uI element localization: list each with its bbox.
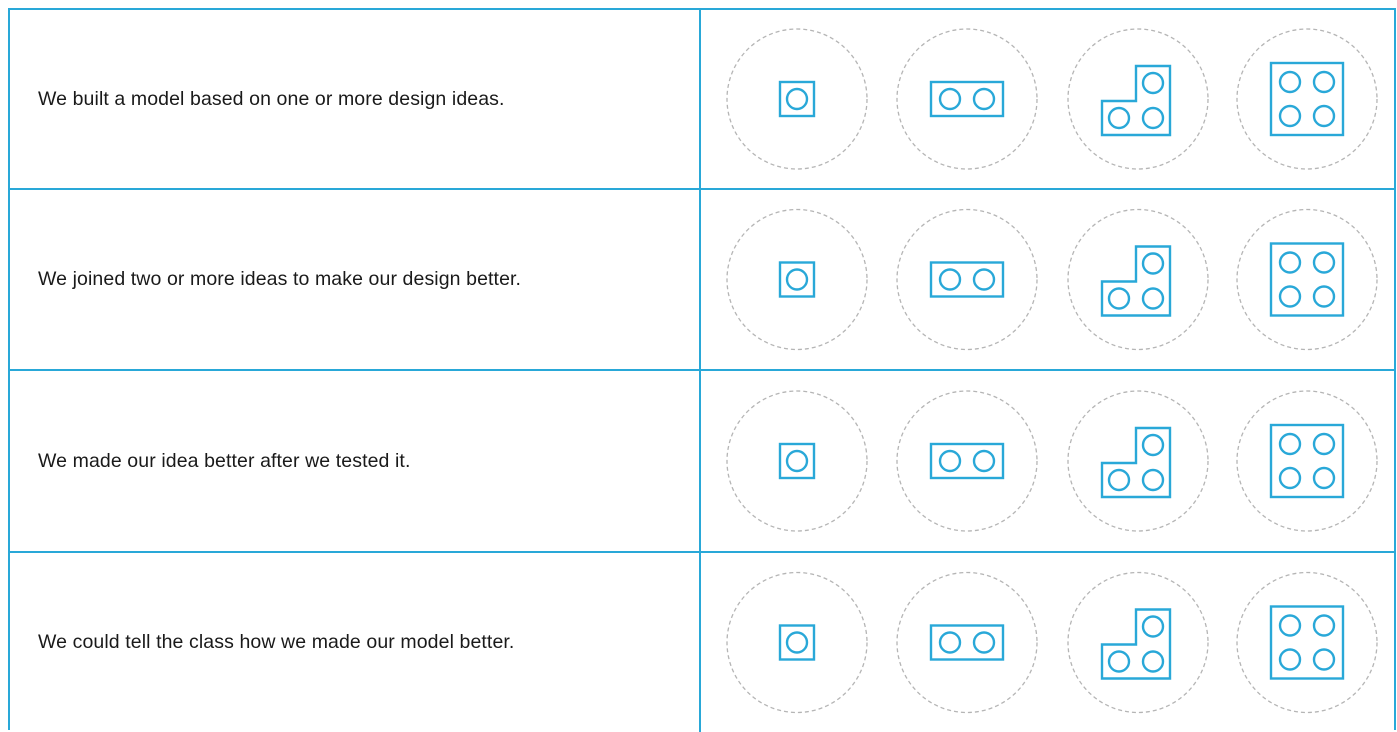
- rating-option[interactable]: [1067, 571, 1209, 714]
- brick-1x2-icon: [929, 80, 1005, 118]
- dashed-circle: [1067, 571, 1209, 714]
- brick-2x2-icon: [1269, 242, 1345, 317]
- rubric-statement: We built a model based on one or more de…: [10, 10, 701, 188]
- dashed-circle: [1236, 390, 1378, 532]
- rating-option[interactable]: [896, 208, 1038, 351]
- rating-option[interactable]: [896, 28, 1038, 170]
- dashed-circle: [1067, 390, 1209, 532]
- rubric-row: We could tell the class how we made our …: [10, 553, 1394, 732]
- dashed-circle: [1067, 208, 1209, 351]
- brick-1x2-icon: [929, 624, 1005, 661]
- rubric-statement: We joined two or more ideas to make our …: [10, 190, 701, 369]
- rating-icons: [726, 390, 1378, 532]
- dashed-circle: [896, 208, 1038, 351]
- rating-icons: [726, 571, 1378, 714]
- brick-1x1-icon: [778, 442, 816, 480]
- rubric-row: We built a model based on one or more de…: [10, 10, 1394, 190]
- rating-icons: [726, 28, 1378, 170]
- brick-1x2-icon: [929, 261, 1005, 298]
- rating-options: [701, 553, 1396, 732]
- rubric-table: We built a model based on one or more de…: [8, 8, 1396, 732]
- rating-option[interactable]: [726, 28, 868, 170]
- rubric-statement: We could tell the class how we made our …: [10, 553, 701, 732]
- rating-option[interactable]: [1236, 571, 1378, 714]
- rating-option[interactable]: [896, 571, 1038, 714]
- brick-l-shape-icon: [1100, 64, 1172, 137]
- rating-icons: [726, 208, 1378, 351]
- rating-option[interactable]: [1236, 208, 1378, 351]
- brick-1x1-icon: [778, 624, 816, 661]
- rating-option[interactable]: [726, 571, 868, 714]
- rating-options: [701, 371, 1396, 551]
- brick-2x2-icon: [1269, 605, 1345, 680]
- brick-l-shape-icon: [1100, 426, 1172, 499]
- dashed-circle: [726, 208, 868, 351]
- rating-option[interactable]: [1067, 390, 1209, 532]
- dashed-circle: [1236, 28, 1378, 170]
- dashed-circle: [896, 28, 1038, 170]
- rubric-statement: We made our idea better after we tested …: [10, 371, 701, 551]
- rating-options: [701, 190, 1396, 369]
- rating-option[interactable]: [726, 208, 868, 351]
- rating-option[interactable]: [1067, 28, 1209, 170]
- dashed-circle: [1067, 28, 1209, 170]
- brick-1x2-icon: [929, 442, 1005, 480]
- rubric-row: We made our idea better after we tested …: [10, 371, 1394, 553]
- rating-option[interactable]: [1236, 390, 1378, 532]
- brick-1x1-icon: [778, 80, 816, 118]
- rating-option[interactable]: [1067, 208, 1209, 351]
- dashed-circle: [726, 28, 868, 170]
- dashed-circle: [726, 571, 868, 714]
- rating-option[interactable]: [726, 390, 868, 532]
- brick-l-shape-icon: [1100, 245, 1172, 317]
- rating-option[interactable]: [896, 390, 1038, 532]
- brick-2x2-icon: [1269, 423, 1345, 499]
- brick-2x2-icon: [1269, 61, 1345, 137]
- rating-options: [701, 10, 1396, 188]
- dashed-circle: [726, 390, 868, 532]
- dashed-circle: [1236, 571, 1378, 714]
- rubric-row: We joined two or more ideas to make our …: [10, 190, 1394, 371]
- dashed-circle: [896, 390, 1038, 532]
- brick-1x1-icon: [778, 261, 816, 298]
- brick-l-shape-icon: [1100, 608, 1172, 680]
- dashed-circle: [896, 571, 1038, 714]
- rating-option[interactable]: [1236, 28, 1378, 170]
- dashed-circle: [1236, 208, 1378, 351]
